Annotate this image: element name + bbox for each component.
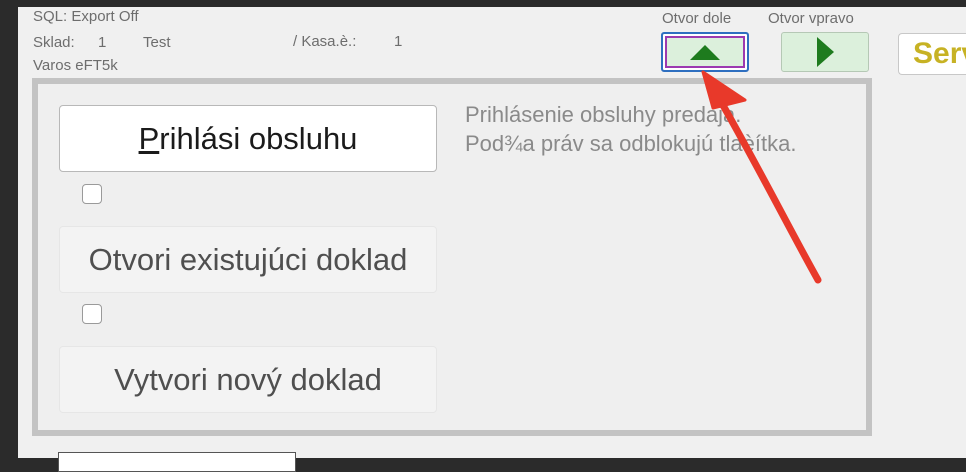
login-mnemonic: P (138, 120, 160, 156)
open-existing-document-button[interactable]: Otvori existujúci doklad (59, 226, 437, 293)
door-down-label: Otvor dole (662, 10, 732, 27)
kasa-number: 1 (394, 33, 403, 50)
triangle-up-icon (690, 44, 720, 60)
bottom-input-field[interactable] (58, 452, 296, 472)
login-button-label: rihlási obsluhu (159, 120, 358, 156)
new-document-label: Vytvori nový doklad (114, 361, 382, 397)
hint-line-2: Pod¾a práv sa odblokujú tlaèítka. (465, 131, 797, 156)
open-document-label: Otvori existujúci doklad (88, 241, 408, 277)
sklad-name: Test (143, 34, 171, 51)
sql-status: SQL: Export Off (33, 8, 139, 25)
sklad-number: 1 (98, 34, 107, 51)
servis-button-label: Servis (913, 37, 966, 70)
door-right-button[interactable] (781, 32, 869, 72)
option-checkbox-1[interactable] (82, 184, 102, 204)
main-panel: Prihlási obsluhu Otvori existujúci dokla… (32, 78, 872, 436)
login-hint-text: Prihlásenie obsluhy predaja. Pod¾a práv … (465, 100, 796, 158)
hint-line-1: Prihlásenie obsluhy predaja. (465, 102, 742, 127)
pos-window: SQL: Export Off Sklad: 1 Test / Kasa.è.:… (18, 7, 966, 472)
option-checkbox-2[interactable] (82, 304, 102, 324)
door-right-label: Otvor vpravo (768, 10, 854, 27)
location-label: Varos eFT5k (33, 57, 118, 74)
kasa-label: / Kasa.è.: (293, 33, 357, 50)
create-new-document-button[interactable]: Vytvori nový doklad (59, 346, 437, 413)
login-operator-button[interactable]: Prihlási obsluhu (59, 105, 437, 172)
servis-button[interactable]: Servis (898, 33, 966, 75)
sklad-label: Sklad: (33, 34, 75, 51)
door-down-button[interactable] (661, 32, 749, 72)
triangle-right-icon (816, 37, 834, 67)
